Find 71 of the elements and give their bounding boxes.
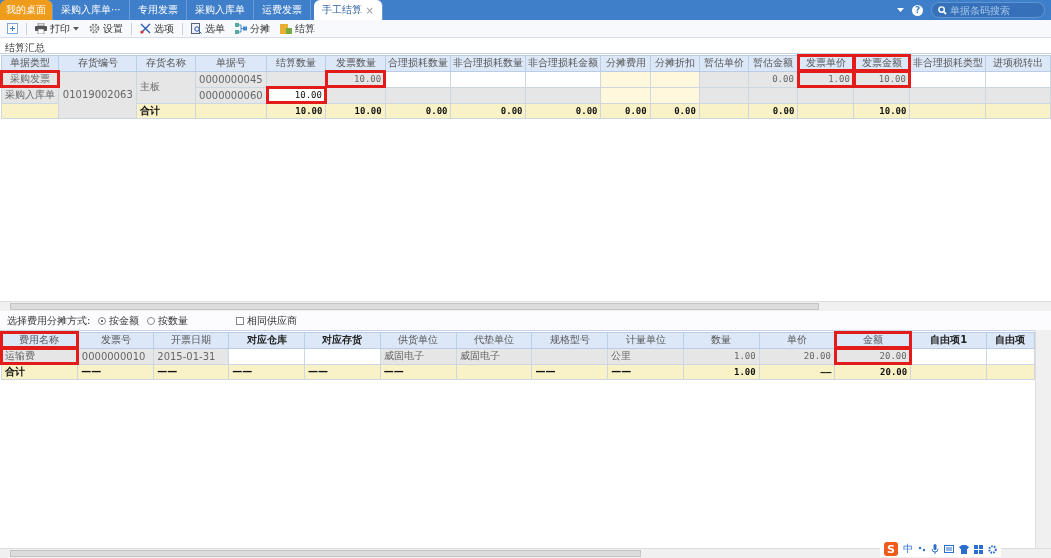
document-search-icon xyxy=(191,23,202,34)
column-header[interactable]: 非合理损耗类型 xyxy=(909,55,986,71)
column-header[interactable]: 存货编号 xyxy=(58,55,137,71)
print-button[interactable]: 打印 xyxy=(33,21,81,36)
punctuation-icon[interactable] xyxy=(918,545,926,553)
share-button[interactable]: 分摊 xyxy=(233,21,272,36)
column-header[interactable]: 分摊费用 xyxy=(601,55,651,71)
column-header[interactable]: 单据类型 xyxy=(1,55,59,71)
ime-logo[interactable]: S xyxy=(884,542,898,556)
column-header[interactable]: 对应存货 xyxy=(304,332,381,348)
column-header[interactable]: 自由项1 xyxy=(910,332,987,348)
tab[interactable]: 手工结算 × xyxy=(313,0,383,20)
column-header[interactable]: 发票单价 xyxy=(797,55,854,71)
add-button[interactable] xyxy=(5,21,20,36)
table-cell: 采购发票 xyxy=(1,71,59,87)
column-header[interactable]: 规格型号 xyxy=(531,332,608,348)
column-header[interactable]: 非合理损耗数量 xyxy=(451,55,526,71)
settings-icon[interactable] xyxy=(988,544,997,554)
column-header[interactable]: 开票日期 xyxy=(153,332,229,348)
help-icon[interactable]: ? xyxy=(912,4,923,16)
scissors-icon xyxy=(140,23,151,34)
horizontal-scrollbar[interactable] xyxy=(0,301,1051,311)
microphone-icon[interactable] xyxy=(931,544,939,554)
search-field[interactable]: 单据条码搜索 xyxy=(931,2,1045,18)
plus-icon xyxy=(7,23,18,34)
radio-option[interactable]: 按数量 xyxy=(147,313,189,328)
shirt-icon[interactable] xyxy=(959,544,969,554)
column-header[interactable]: 自由项 xyxy=(986,332,1035,348)
column-header[interactable]: 单据号 xyxy=(195,55,267,71)
options-button[interactable]: 选项 xyxy=(138,21,176,36)
gear-icon xyxy=(89,23,100,34)
column-header[interactable]: 非合理损耗金额 xyxy=(526,55,601,71)
grid-icon xyxy=(235,23,247,34)
table-cell: 10.00 xyxy=(325,71,386,87)
search-icon xyxy=(938,5,947,15)
table-cell: 10.00 xyxy=(266,87,326,103)
column-header[interactable]: 暂估金额 xyxy=(748,55,798,71)
column-header[interactable]: 结算数量 xyxy=(266,55,326,71)
caret-icon xyxy=(73,26,79,31)
ime-mode[interactable]: 中 xyxy=(903,542,913,556)
grid-icon[interactable] xyxy=(974,544,983,554)
column-header[interactable]: 暂估单价 xyxy=(699,55,749,71)
keyboard-icon[interactable] xyxy=(944,545,954,553)
table-cell: 01019002063 xyxy=(58,71,137,119)
column-header[interactable]: 进项税转出 xyxy=(985,55,1051,71)
column-header[interactable]: 发票数量 xyxy=(325,55,386,71)
printer-icon xyxy=(35,23,47,34)
section-title: 结算汇总 xyxy=(4,41,46,53)
settle-button[interactable]: 结算 xyxy=(278,21,317,36)
column-header[interactable]: 供货单位 xyxy=(380,332,457,348)
column-header[interactable]: 分摊折扣 xyxy=(650,55,700,71)
radio-option[interactable]: 按金额 xyxy=(98,313,140,328)
allocation-label: 选择费用分摊方式: xyxy=(7,313,91,328)
table-cell: 主板 xyxy=(136,71,196,103)
ledger-icon xyxy=(280,23,292,34)
caret-icon[interactable] xyxy=(897,7,904,13)
column-header[interactable]: 金额 xyxy=(834,332,911,348)
column-header[interactable]: 单价 xyxy=(759,332,835,348)
same-supplier-checkbox[interactable]: 相同供应商 xyxy=(236,313,298,328)
column-header[interactable]: 发票号 xyxy=(77,332,154,348)
column-header[interactable]: 数量 xyxy=(683,332,760,348)
select-button[interactable]: 选单 xyxy=(189,21,227,36)
column-header[interactable]: 计量单位 xyxy=(607,332,684,348)
settings-button[interactable]: 设置 xyxy=(87,21,125,36)
column-header[interactable]: 发票金额 xyxy=(853,55,910,71)
column-header[interactable]: 合理损耗数量 xyxy=(385,55,451,71)
column-header[interactable]: 对应仓库 xyxy=(228,332,305,348)
column-header[interactable]: 费用名称 xyxy=(1,332,78,348)
column-header[interactable]: 代垫单位 xyxy=(456,332,532,348)
column-header[interactable]: 存货名称 xyxy=(136,55,196,71)
vertical-scrollbar[interactable] xyxy=(1035,330,1051,548)
